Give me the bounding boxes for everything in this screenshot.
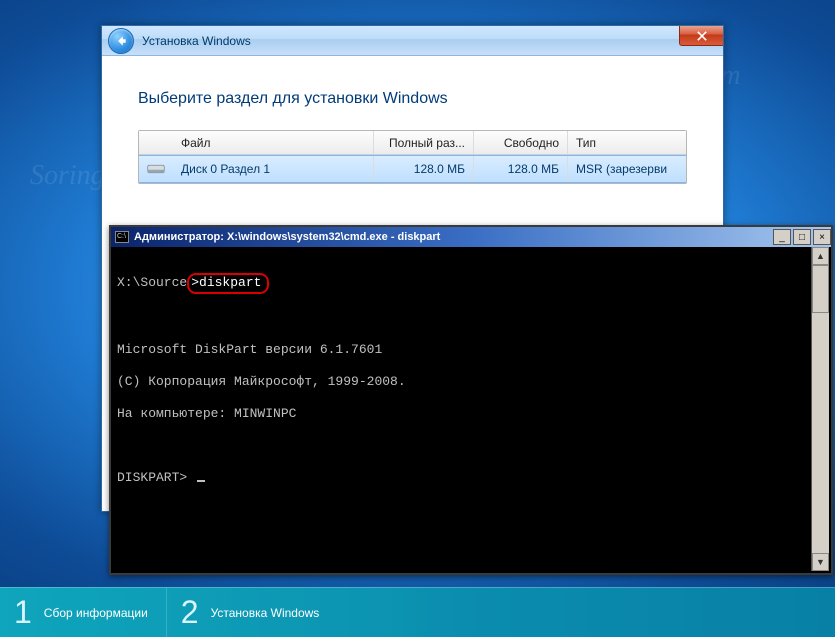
disk-list: Файл Полный раз... Свободно Тип Диск 0 Р… — [138, 130, 687, 184]
cmd-body[interactable]: X:\Source>diskpart Microsoft DiskPart ве… — [111, 247, 831, 528]
close-icon — [697, 31, 707, 41]
disk-free: 128.0 МБ — [474, 156, 568, 182]
cmd-titlebar[interactable]: C:\ Администратор: X:\windows\system32\c… — [111, 227, 831, 247]
step-1-label: Сбор информации — [44, 606, 148, 620]
disk-total: 128.0 МБ — [374, 156, 474, 182]
steps-bar: 1 Сбор информации 2 Установка Windows — [0, 587, 835, 637]
cmd-output-line: Microsoft DiskPart версии 6.1.7601 — [117, 342, 825, 358]
disk-header-row: Файл Полный раз... Свободно Тип — [139, 131, 686, 155]
scroll-thumb[interactable] — [812, 265, 829, 313]
step-1-number: 1 — [14, 594, 32, 631]
col-header-total[interactable]: Полный раз... — [374, 131, 474, 154]
cmd-output-line: На компьютере: MINWINPC — [117, 406, 825, 422]
scroll-down-button[interactable]: ▼ — [812, 553, 829, 571]
col-header-name[interactable]: Файл — [173, 131, 374, 154]
cmd-window[interactable]: C:\ Администратор: X:\windows\system32\c… — [109, 225, 833, 575]
cmd-diskpart-prompt: DISKPART> — [117, 470, 195, 485]
disk-type: MSR (зарезерви — [568, 156, 686, 182]
step-2-number: 2 — [181, 594, 199, 631]
step-2: 2 Установка Windows — [166, 588, 338, 637]
back-button[interactable] — [108, 28, 134, 54]
disk-icon — [147, 162, 165, 176]
col-header-type[interactable]: Тип — [568, 131, 686, 154]
cmd-output-line: (C) Корпорация Майкрософт, 1999-2008. — [117, 374, 825, 390]
cmd-close-button[interactable]: × — [813, 229, 831, 245]
scroll-up-button[interactable]: ▲ — [812, 247, 829, 265]
installer-heading: Выберите раздел для установки Windows — [138, 90, 687, 108]
cmd-scrollbar[interactable]: ▲ ▼ — [811, 247, 829, 571]
arrow-left-icon — [114, 34, 128, 48]
close-button[interactable] — [679, 26, 723, 46]
cmd-highlighted-command: >diskpart — [187, 273, 269, 294]
installer-titlebar[interactable]: Установка Windows — [102, 26, 723, 56]
col-header-free[interactable]: Свободно — [474, 131, 568, 154]
step-2-label: Установка Windows — [211, 606, 320, 620]
installer-title: Установка Windows — [142, 34, 251, 48]
cursor-icon — [197, 480, 205, 482]
cmd-prompt-prefix: X:\Source — [117, 275, 187, 290]
step-1: 1 Сбор информации — [0, 588, 166, 637]
disk-name: Диск 0 Раздел 1 — [173, 156, 374, 182]
minimize-button[interactable]: _ — [773, 229, 791, 245]
cmd-icon: C:\ — [115, 231, 129, 243]
disk-row[interactable]: Диск 0 Раздел 1 128.0 МБ 128.0 МБ MSR (з… — [139, 155, 686, 183]
cmd-title: Администратор: X:\windows\system32\cmd.e… — [134, 231, 771, 243]
maximize-button[interactable]: □ — [793, 229, 811, 245]
